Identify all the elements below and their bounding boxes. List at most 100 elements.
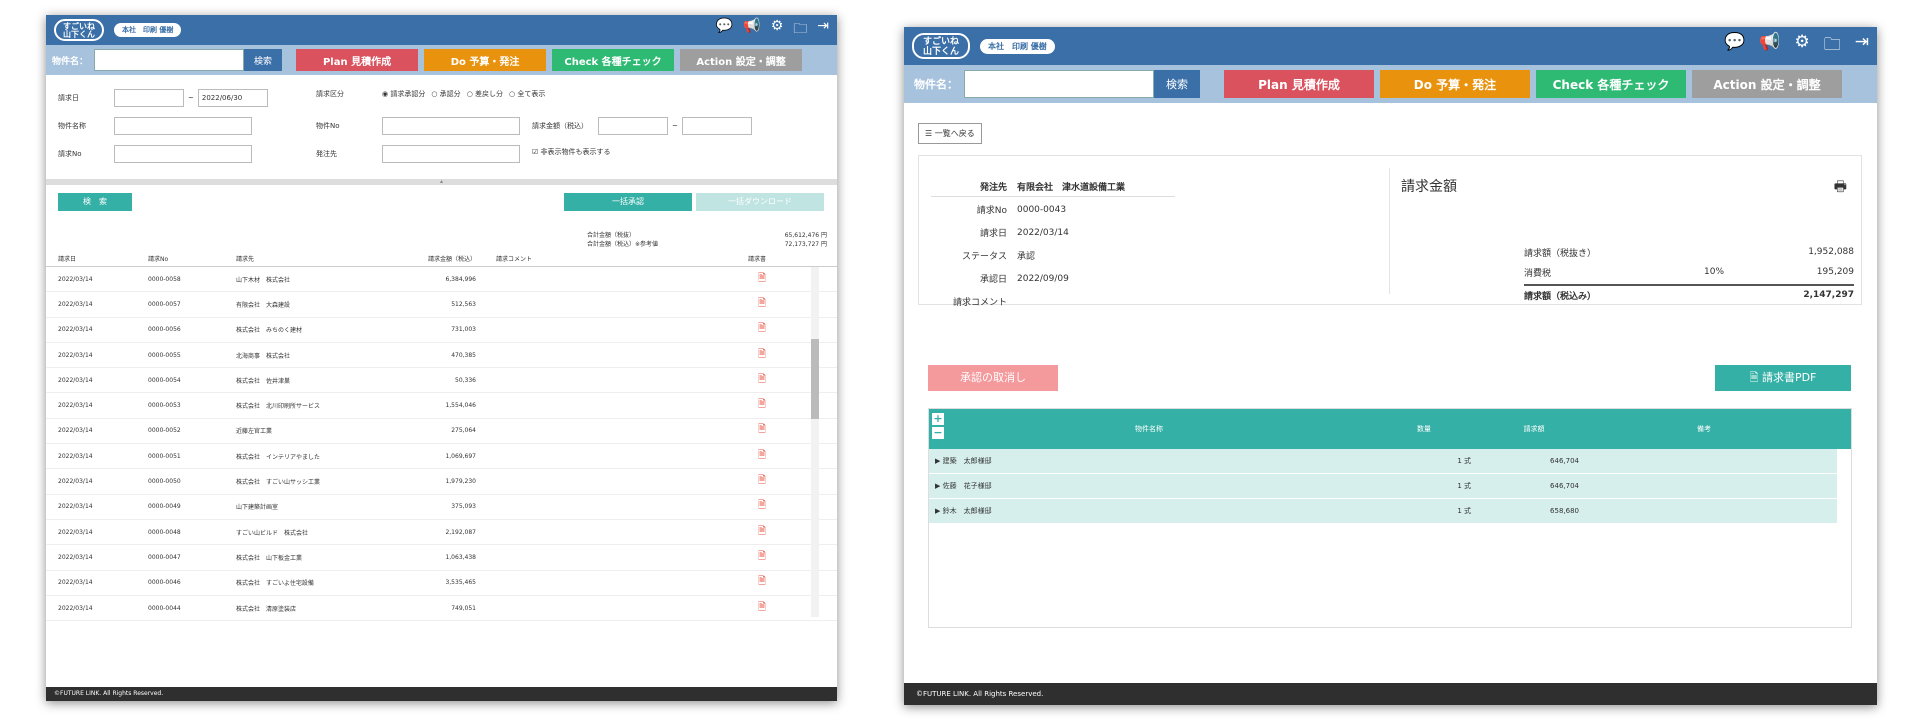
pdf-icon[interactable]: 🗎	[758, 273, 766, 284]
row-amount: 6,384,996	[445, 275, 476, 283]
pdf-icon[interactable]: 🗎	[758, 399, 766, 410]
amount-label: 請求金額（税込）	[532, 122, 588, 130]
name-input[interactable]	[114, 117, 252, 135]
row-date: 2022/03/14	[58, 402, 93, 410]
col-date[interactable]: 請求日	[58, 254, 148, 263]
table-row[interactable]: 2022/03/14 0000-0051 株式会社 インテリアやました 1,069,6…	[46, 444, 837, 470]
property-search-input[interactable]	[94, 49, 245, 71]
pdf-icon[interactable]: 🗎	[758, 450, 766, 461]
pdf-icon[interactable]: 🗎	[758, 475, 766, 486]
table-row[interactable]: 2022/03/14 0000-0050 株式会社 すごい山サッシ工業 1,979,2…	[46, 469, 837, 495]
table-row[interactable]: 2022/03/14 0000-0052 近藤左官工業 275,064 🗎	[46, 419, 837, 445]
row-amount: 749,051	[451, 604, 476, 612]
table-row[interactable]: 2022/03/14 0000-0057 有限会社 大森建設 512,563 🗎	[46, 292, 837, 318]
grid-row[interactable]: ▶ 建築 太郎様邸 1 式 646,704	[929, 449, 1837, 474]
plan-button[interactable]: Plan 見積作成	[1224, 70, 1374, 98]
check-button[interactable]: Check 各種チェック	[552, 49, 675, 71]
folder-icon[interactable]: 🗀	[1824, 32, 1841, 61]
table-row[interactable]: 2022/03/14 0000-0046 株式会社 すごいよ住宅設備 3,535,46…	[46, 571, 837, 596]
sum-in-value: 2,147,297	[1803, 290, 1854, 300]
amount-from-input[interactable]	[598, 117, 668, 135]
radio-requested[interactable]: ◉ 請求承認分	[382, 89, 425, 99]
propno-input[interactable]	[382, 117, 520, 135]
megaphone-icon[interactable]: 📢	[743, 18, 760, 42]
chat-icon[interactable]: 💬	[716, 18, 733, 42]
pdf-icon[interactable]: 🗎	[758, 424, 766, 435]
pdf-icon[interactable]: 🗎	[758, 500, 766, 511]
col-amount[interactable]: 請求金額（税込）	[416, 254, 476, 263]
chat-icon[interactable]: 💬	[1724, 32, 1745, 61]
action-button[interactable]: Action 設定・調整	[680, 49, 803, 71]
table-row[interactable]: 2022/03/14 0000-0058 山下木材 株式会社 6,384,996 🗎	[46, 267, 837, 293]
bulk-approve-button[interactable]: 一括承認	[564, 193, 692, 211]
table-row[interactable]: 2022/03/14 0000-0048 すごい山ビルド 株式会社 2,192,087…	[46, 520, 837, 546]
pdf-icon[interactable]: 🗎	[758, 551, 766, 562]
logout-icon[interactable]: ⇥	[1855, 32, 1869, 61]
dest-input[interactable]	[382, 145, 520, 163]
col-doc: 請求書	[747, 256, 766, 263]
bulk-download-button[interactable]: 一括ダウンロード	[696, 193, 824, 211]
table-body: 2022/03/14 0000-0058 山下木材 株式会社 6,384,996 🗎 2…	[46, 267, 837, 622]
table-row[interactable]: 2022/03/14 0000-0054 株式会社 佐井津巣 50,336 🗎	[46, 368, 837, 394]
table-row[interactable]: 2022/03/14 0000-0055 北海商事 株式会社 470,385 🗎	[46, 343, 837, 369]
radio-returned[interactable]: ○ 差戻し分	[467, 89, 503, 99]
pdf-icon[interactable]: 🗎	[758, 374, 766, 385]
show-hidden-checkbox[interactable]: ☑ 非表示物件も表示する	[532, 147, 611, 157]
pdf-icon[interactable]: 🗎	[758, 526, 766, 537]
property-search-button[interactable]: 検索	[1154, 70, 1200, 98]
table-row[interactable]: 2022/03/14 0000-0047 株式会社 山下板金工業 1,063,438 🗎	[46, 545, 837, 571]
nav-bar: 物件名： 検索 Plan 見積作成 Do 予算・発注 Check 各種チェック …	[46, 45, 837, 75]
logout-icon[interactable]: ⇥	[817, 18, 829, 42]
check-button[interactable]: Check 各種チェック	[1536, 70, 1686, 98]
col-dest[interactable]: 請求先	[236, 254, 416, 263]
row-dest: 株式会社 北川印刷所サービス	[236, 403, 321, 411]
scrollbar-thumb[interactable]	[811, 339, 819, 419]
app-logo[interactable]: すごいね 山下くん	[54, 19, 104, 41]
row-amount: 3,535,465	[445, 579, 476, 587]
pdf-icon[interactable]: 🗎	[758, 576, 766, 587]
do-button[interactable]: Do 予算・発注	[1380, 70, 1530, 98]
pdf-icon[interactable]: 🗎	[758, 349, 766, 360]
invno-input[interactable]	[114, 145, 252, 163]
propno-label: 物件No	[316, 122, 340, 130]
plan-button[interactable]: Plan 見積作成	[296, 49, 419, 71]
expand-all-icon[interactable]: +	[932, 413, 944, 425]
print-icon[interactable]: 🖶	[1834, 176, 1847, 200]
grid-row[interactable]: ▶ 鈴木 太郎様邸 1 式 658,680	[929, 499, 1837, 524]
row-date: 2022/03/14	[58, 553, 93, 561]
radio-all[interactable]: ○ 全て表示	[509, 89, 545, 99]
amount-to-input[interactable]	[681, 117, 752, 135]
pdf-icon[interactable]: 🗎	[758, 323, 766, 334]
pdf-icon[interactable]: 🗎	[758, 602, 766, 613]
folder-icon[interactable]: 🗀	[793, 18, 807, 42]
table-row[interactable]: 2022/03/14 0000-0044 株式会社 清原塗装店 749,051 🗎	[46, 596, 837, 622]
table-scrollbar[interactable]	[811, 267, 819, 617]
row-no: 0000-0053	[148, 402, 181, 410]
date-from-input[interactable]	[114, 89, 184, 107]
property-search-button[interactable]: 検索	[244, 49, 283, 71]
gear-icon[interactable]: ⚙	[771, 18, 784, 42]
gear-icon[interactable]: ⚙	[1795, 32, 1810, 61]
date-to-input[interactable]: 2022/06/30	[197, 89, 268, 107]
status-key: ステータス	[961, 252, 1007, 262]
cancel-approval-button[interactable]: 承認の取消し	[928, 365, 1058, 391]
table-row[interactable]: 2022/03/14 0000-0053 株式会社 北川印刷所サービス 1,554,0…	[46, 393, 837, 419]
radio-approved[interactable]: ○ 承認分	[431, 89, 460, 99]
grid-row[interactable]: ▶ 佐藤 花子様邸 1 式 646,704	[929, 474, 1837, 499]
do-button[interactable]: Do 予算・発注	[424, 49, 547, 71]
table-row[interactable]: 2022/03/14 0000-0049 山下建築計画室 375,093 🗎	[46, 495, 837, 520]
action-button[interactable]: Action 設定・調整	[1692, 70, 1842, 98]
col-no[interactable]: 請求No	[148, 254, 236, 263]
table-row[interactable]: 2022/03/14 0000-0056 株式会社 みちのく建材 731,003 🗎	[46, 318, 837, 343]
pdf-icon[interactable]: 🗎	[758, 298, 766, 309]
collapse-all-icon[interactable]: −	[932, 427, 944, 439]
row-dest: 株式会社 みちのく建材	[236, 327, 303, 335]
invoice-pdf-button[interactable]: 🗎 請求書PDF	[1715, 365, 1851, 391]
row-dest: 株式会社 すごい山サッシ工業	[236, 479, 321, 487]
search-button[interactable]: 検 索	[58, 193, 132, 211]
grid-col-qty: 数量	[1417, 425, 1431, 433]
back-to-list-button[interactable]: ☰ 一覧へ戻る	[918, 123, 982, 144]
property-search-input[interactable]	[964, 70, 1154, 98]
megaphone-icon[interactable]: 📢	[1759, 32, 1780, 61]
app-logo[interactable]: すごいね 山下くん	[912, 33, 970, 59]
